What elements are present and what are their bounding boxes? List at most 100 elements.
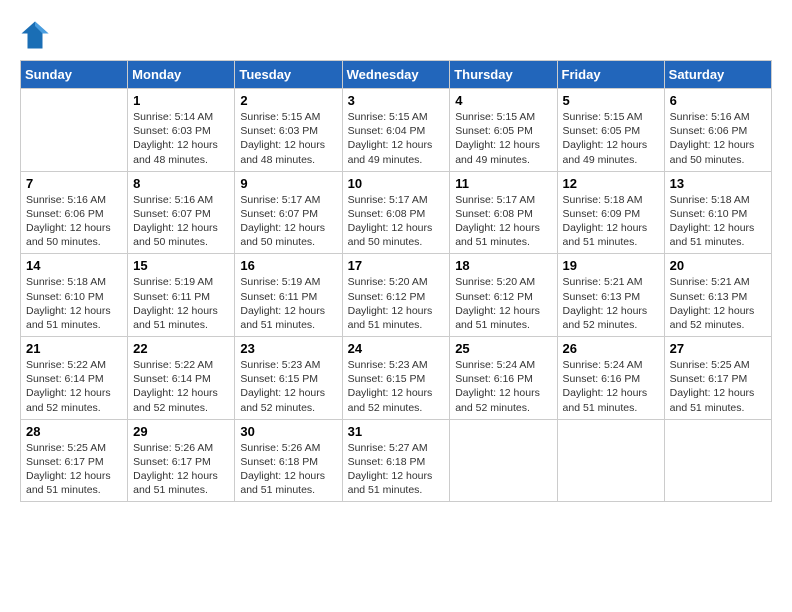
day-number: 16 [240,258,336,273]
day-info: Sunrise: 5:17 AMSunset: 6:08 PMDaylight:… [455,193,551,250]
calendar-week-row: 14 Sunrise: 5:18 AMSunset: 6:10 PMDayligh… [21,254,772,337]
column-header-saturday: Saturday [664,61,771,89]
day-info: Sunrise: 5:22 AMSunset: 6:14 PMDaylight:… [133,358,229,415]
calendar-cell: 22Sunrise: 5:22 AMSunset: 6:14 PMDayligh… [128,337,235,420]
column-header-thursday: Thursday [450,61,557,89]
calendar-header: SundayMondayTuesdayWednesdayThursdayFrid… [21,61,772,89]
calendar-cell: 15 Sunrise: 5:19 AMSunset: 6:11 PMDayligh… [128,254,235,337]
calendar-cell: 20 Sunrise: 5:21 AMSunset: 6:13 PMDayligh… [664,254,771,337]
day-number: 14 [26,258,122,273]
logo [20,20,54,50]
day-info: Sunrise: 5:17 AMSunset: 6:07 PMDaylight:… [240,193,336,250]
calendar-cell [664,419,771,502]
day-info: Sunrise: 5:24 AMSunset: 6:16 PMDaylight:… [563,358,659,415]
calendar-cell: 2 Sunrise: 5:15 AMSunset: 6:03 PMDaylight… [235,89,342,172]
calendar-cell: 1 Sunrise: 5:14 AMSunset: 6:03 PMDaylight… [128,89,235,172]
day-number: 19 [563,258,659,273]
day-number: 23 [240,341,336,356]
column-header-wednesday: Wednesday [342,61,450,89]
calendar-cell: 5 Sunrise: 5:15 AMSunset: 6:05 PMDaylight… [557,89,664,172]
calendar-cell: 11 Sunrise: 5:17 AMSunset: 6:08 PMDayligh… [450,171,557,254]
calendar-cell: 19 Sunrise: 5:21 AMSunset: 6:13 PMDayligh… [557,254,664,337]
day-info: Sunrise: 5:21 AMSunset: 6:13 PMDaylight:… [670,275,766,332]
calendar-week-row: 28 Sunrise: 5:25 AMSunset: 6:17 PMDayligh… [21,419,772,502]
day-info: Sunrise: 5:15 AMSunset: 6:03 PMDaylight:… [240,110,336,167]
calendar-cell: 13 Sunrise: 5:18 AMSunset: 6:10 PMDayligh… [664,171,771,254]
column-header-monday: Monday [128,61,235,89]
day-number: 25 [455,341,551,356]
calendar-cell: 18Sunrise: 5:20 AMSunset: 6:12 PMDayligh… [450,254,557,337]
day-number: 3 [348,93,445,108]
calendar-cell: 8 Sunrise: 5:16 AMSunset: 6:07 PMDaylight… [128,171,235,254]
day-number: 27 [670,341,766,356]
calendar-cell [450,419,557,502]
day-info: Sunrise: 5:26 AMSunset: 6:17 PMDaylight:… [133,441,229,498]
day-info: Sunrise: 5:15 AMSunset: 6:05 PMDaylight:… [563,110,659,167]
day-number: 28 [26,424,122,439]
day-number: 24 [348,341,445,356]
day-info: Sunrise: 5:26 AMSunset: 6:18 PMDaylight:… [240,441,336,498]
day-number: 17 [348,258,445,273]
day-info: Sunrise: 5:27 AMSunset: 6:18 PMDaylight:… [348,441,445,498]
calendar-cell: 14 Sunrise: 5:18 AMSunset: 6:10 PMDayligh… [21,254,128,337]
calendar-cell: 16 Sunrise: 5:19 AMSunset: 6:11 PMDayligh… [235,254,342,337]
day-number: 26 [563,341,659,356]
day-number: 15 [133,258,229,273]
day-number: 8 [133,176,229,191]
day-number: 18 [455,258,551,273]
calendar-body: 1 Sunrise: 5:14 AMSunset: 6:03 PMDaylight… [21,89,772,502]
day-info: Sunrise: 5:20 AMSunset: 6:12 PMDaylight:… [348,275,445,332]
day-number: 4 [455,93,551,108]
day-info: Sunrise: 5:19 AMSunset: 6:11 PMDaylight:… [240,275,336,332]
day-info: Sunrise: 5:18 AMSunset: 6:10 PMDaylight:… [26,275,122,332]
day-info: Sunrise: 5:15 AMSunset: 6:04 PMDaylight:… [348,110,445,167]
day-info: Sunrise: 5:16 AMSunset: 6:06 PMDaylight:… [670,110,766,167]
day-number: 31 [348,424,445,439]
calendar-cell: 26 Sunrise: 5:24 AMSunset: 6:16 PMDayligh… [557,337,664,420]
day-info: Sunrise: 5:22 AMSunset: 6:14 PMDaylight:… [26,358,122,415]
logo-icon [20,20,50,50]
calendar-cell: 28 Sunrise: 5:25 AMSunset: 6:17 PMDayligh… [21,419,128,502]
day-info: Sunrise: 5:19 AMSunset: 6:11 PMDaylight:… [133,275,229,332]
day-number: 13 [670,176,766,191]
calendar-cell: 3 Sunrise: 5:15 AMSunset: 6:04 PMDaylight… [342,89,450,172]
day-number: 1 [133,93,229,108]
calendar-cell: 4 Sunrise: 5:15 AMSunset: 6:05 PMDaylight… [450,89,557,172]
column-header-tuesday: Tuesday [235,61,342,89]
day-number: 20 [670,258,766,273]
calendar-cell: 27Sunrise: 5:25 AMSunset: 6:17 PMDayligh… [664,337,771,420]
day-number: 11 [455,176,551,191]
day-number: 21 [26,341,122,356]
day-number: 7 [26,176,122,191]
day-info: Sunrise: 5:21 AMSunset: 6:13 PMDaylight:… [563,275,659,332]
day-info: Sunrise: 5:15 AMSunset: 6:05 PMDaylight:… [455,110,551,167]
day-number: 12 [563,176,659,191]
day-number: 5 [563,93,659,108]
calendar-week-row: 21 Sunrise: 5:22 AMSunset: 6:14 PMDayligh… [21,337,772,420]
day-number: 6 [670,93,766,108]
day-info: Sunrise: 5:23 AMSunset: 6:15 PMDaylight:… [240,358,336,415]
day-number: 2 [240,93,336,108]
calendar-cell: 31 Sunrise: 5:27 AMSunset: 6:18 PMDayligh… [342,419,450,502]
calendar-cell: 25 Sunrise: 5:24 AMSunset: 6:16 PMDayligh… [450,337,557,420]
day-number: 30 [240,424,336,439]
day-info: Sunrise: 5:14 AMSunset: 6:03 PMDaylight:… [133,110,229,167]
day-number: 9 [240,176,336,191]
calendar-cell: 29Sunrise: 5:26 AMSunset: 6:17 PMDayligh… [128,419,235,502]
day-info: Sunrise: 5:16 AMSunset: 6:07 PMDaylight:… [133,193,229,250]
page-header [20,20,772,50]
day-info: Sunrise: 5:18 AMSunset: 6:10 PMDaylight:… [670,193,766,250]
day-info: Sunrise: 5:17 AMSunset: 6:08 PMDaylight:… [348,193,445,250]
column-header-sunday: Sunday [21,61,128,89]
column-header-friday: Friday [557,61,664,89]
calendar-cell [21,89,128,172]
calendar-week-row: 7 Sunrise: 5:16 AMSunset: 6:06 PMDaylight… [21,171,772,254]
calendar-cell: 30 Sunrise: 5:26 AMSunset: 6:18 PMDayligh… [235,419,342,502]
day-info: Sunrise: 5:25 AMSunset: 6:17 PMDaylight:… [26,441,122,498]
day-info: Sunrise: 5:18 AMSunset: 6:09 PMDaylight:… [563,193,659,250]
calendar-cell: 10Sunrise: 5:17 AMSunset: 6:08 PMDayligh… [342,171,450,254]
calendar-cell: 7 Sunrise: 5:16 AMSunset: 6:06 PMDaylight… [21,171,128,254]
day-info: Sunrise: 5:24 AMSunset: 6:16 PMDaylight:… [455,358,551,415]
day-info: Sunrise: 5:16 AMSunset: 6:06 PMDaylight:… [26,193,122,250]
calendar-cell: 21 Sunrise: 5:22 AMSunset: 6:14 PMDayligh… [21,337,128,420]
